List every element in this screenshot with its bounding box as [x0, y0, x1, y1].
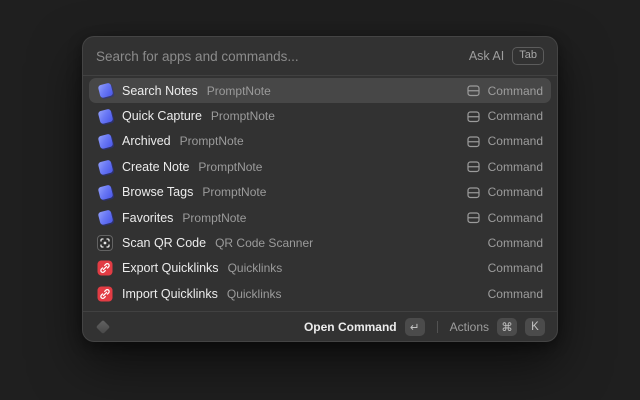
promptnote-icon — [97, 134, 112, 149]
ask-ai-button[interactable]: Ask AI Tab — [469, 47, 544, 65]
promptnote-icon — [97, 83, 112, 98]
command-row[interactable]: Export Quicklinks Quicklinks Command — [89, 256, 551, 281]
footer-separator — [437, 321, 438, 333]
command-app-name: QR Code Scanner — [215, 236, 313, 250]
hotkey-icon — [466, 83, 481, 98]
hotkey-icon — [466, 185, 481, 200]
quicklinks-icon — [97, 286, 113, 302]
actions-button[interactable]: Actions ⌘ K — [450, 318, 545, 336]
command-title: Favorites — [122, 211, 173, 225]
command-type-label: Command — [488, 211, 543, 225]
quicklinks-icon — [97, 260, 113, 276]
command-app-name: PromptNote — [198, 160, 262, 174]
footer-bar: Open Command ↵ Actions ⌘ K — [83, 312, 557, 341]
command-app-name: PromptNote — [182, 211, 246, 225]
command-row[interactable]: Import Quicklinks Quicklinks Command — [89, 281, 551, 306]
command-type-label: Command — [488, 160, 543, 174]
search-input[interactable] — [96, 49, 461, 64]
command-type-label: Command — [488, 84, 543, 98]
command-type-label: Command — [488, 109, 543, 123]
command-type-label: Command — [488, 261, 543, 275]
command-app-name: PromptNote — [211, 109, 275, 123]
command-row[interactable]: Quick Capture PromptNote Command — [89, 103, 551, 128]
command-row[interactable]: Browse Tags PromptNote Command — [89, 180, 551, 205]
command-title: Scan QR Code — [122, 236, 206, 250]
command-type-label: Command — [488, 287, 543, 301]
command-row[interactable]: Scan QR Code QR Code Scanner Command — [89, 230, 551, 255]
command-title: Export Quicklinks — [122, 261, 219, 275]
command-row[interactable]: Archived PromptNote Command — [89, 129, 551, 154]
desktop-background: { "search": { "placeholder": "Search for… — [0, 0, 640, 400]
hotkey-icon — [466, 109, 481, 124]
command-title: Search Notes — [122, 84, 198, 98]
command-app-name: Quicklinks — [227, 287, 282, 301]
promptnote-icon — [97, 159, 112, 174]
hotkey-icon — [466, 210, 481, 225]
open-command-label: Open Command — [304, 320, 397, 334]
promptnote-icon — [97, 109, 112, 124]
search-bar: Ask AI Tab — [83, 37, 557, 75]
command-app-name: Quicklinks — [228, 261, 283, 275]
k-key-icon: K — [525, 318, 545, 336]
promptnote-icon — [97, 185, 112, 200]
return-key-icon: ↵ — [405, 318, 425, 336]
cmd-key-icon: ⌘ — [497, 318, 517, 336]
command-row[interactable]: Search Notes PromptNote Command — [89, 78, 551, 103]
command-palette-window: Ask AI Tab Search Notes PromptNote Command… — [82, 36, 558, 342]
ask-ai-label: Ask AI — [469, 49, 504, 63]
command-title: Archived — [122, 134, 171, 148]
command-title: Import Quicklinks — [122, 287, 218, 301]
command-title: Quick Capture — [122, 109, 202, 123]
promptnote-icon — [97, 210, 112, 225]
command-row[interactable]: Favorites PromptNote Command — [89, 205, 551, 230]
qr-scanner-icon — [97, 235, 113, 251]
command-list: Search NotesPromptNoteCommandQuick Captu… — [83, 76, 557, 311]
command-type-label: Command — [488, 134, 543, 148]
actions-label: Actions — [450, 320, 489, 334]
command-app-name: PromptNote — [202, 185, 266, 199]
command-app-name: PromptNote — [180, 134, 244, 148]
open-command-button[interactable]: Open Command ↵ — [304, 318, 425, 336]
tab-key-hint: Tab — [512, 47, 544, 65]
hotkey-icon — [466, 134, 481, 149]
command-type-label: Command — [488, 185, 543, 199]
command-app-name: PromptNote — [207, 84, 271, 98]
command-title: Browse Tags — [122, 185, 193, 199]
hotkey-icon — [466, 159, 481, 174]
command-type-label: Command — [488, 236, 543, 250]
raycast-logo-icon — [95, 319, 110, 334]
command-row[interactable]: Create Note PromptNote Command — [89, 154, 551, 179]
command-title: Create Note — [122, 160, 189, 174]
